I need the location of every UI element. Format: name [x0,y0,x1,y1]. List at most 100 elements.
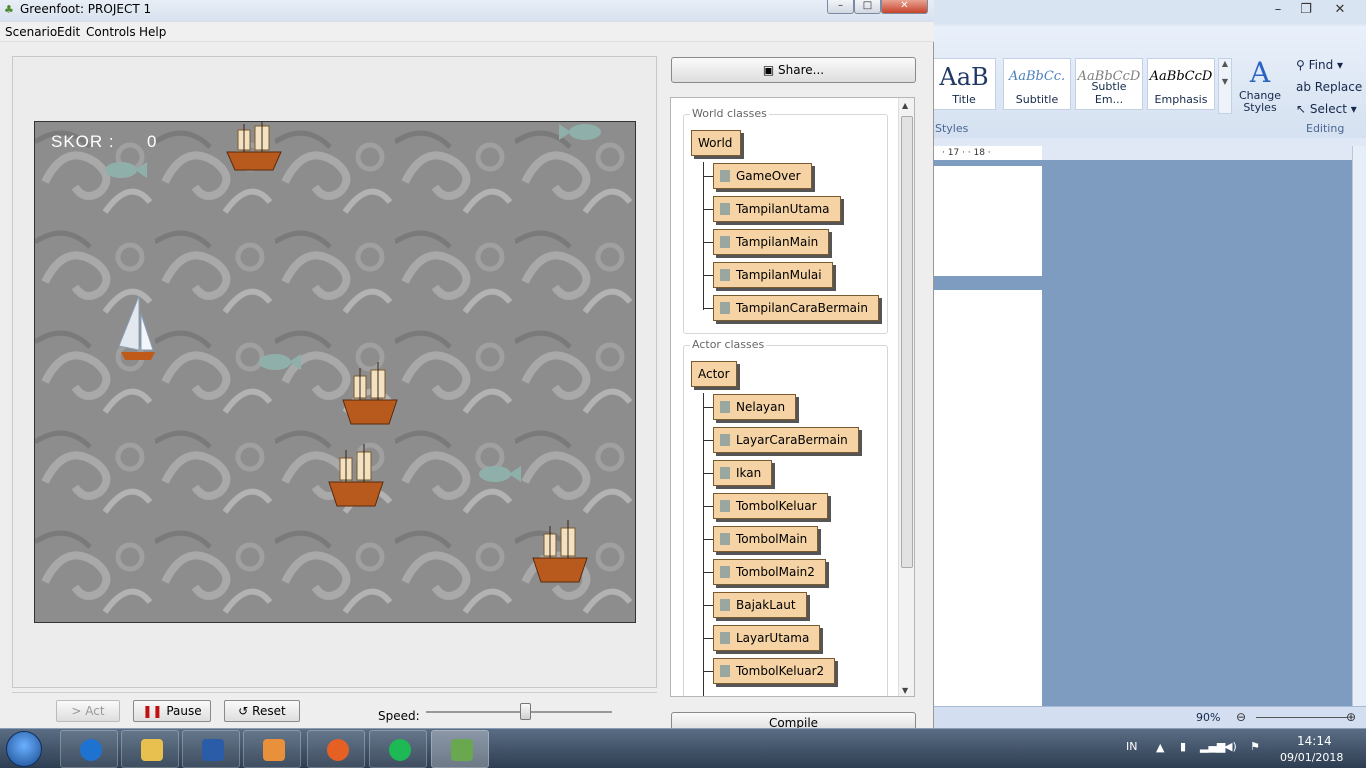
tree-branch [703,407,713,408]
scroll-up-icon[interactable]: ▲ [902,101,908,110]
speed-label: Speed: [378,709,420,723]
document-page[interactable] [934,166,1042,276]
class-image-icon [720,566,730,578]
zoom-level[interactable]: 90% [1196,711,1220,724]
pause-icon: ❚❚ [142,704,167,718]
spotify-taskbar-button[interactable] [369,730,427,768]
find-button[interactable]: ⚲ Find ▾ [1296,58,1343,72]
class-scrollbar[interactable]: ▲ ▼ [898,98,914,696]
media-taskbar-button[interactable] [243,730,301,768]
minimize-icon[interactable]: – [827,0,854,14]
class-tampilanmain[interactable]: TampilanMain [713,229,830,255]
menubar: Scenario Edit Controls Help [0,22,934,42]
class-nelayan[interactable]: Nelayan [713,394,797,420]
reset-button[interactable]: ↺ Reset [224,700,300,722]
style-emphasis[interactable]: AaBbCcD Emphasis [1147,58,1215,110]
clock-time[interactable]: 14:14 [1297,734,1332,748]
class-tombolkeluar[interactable]: TombolKeluar [713,493,828,519]
scroll-down-icon[interactable]: ▼ [902,686,908,695]
volume-icon[interactable]: ◀) [1224,740,1237,753]
window-title: Greenfoot: PROJECT 1 [20,2,152,16]
menu-controls[interactable]: Controls [86,25,136,39]
minimize-icon[interactable]: – [1266,2,1290,18]
greenfoot-taskbar-button[interactable] [431,730,489,768]
act-button[interactable]: > Act [56,700,120,722]
scrollbar-thumb[interactable] [901,116,913,568]
word-statusbar: 90% ⊖ ⊕ [934,706,1366,728]
document-page[interactable] [934,290,1042,710]
world-canvas[interactable]: SKOR : 0 [34,121,636,623]
greenfoot-logo-icon: ♣ [4,3,14,16]
pirate-ship-sprite[interactable] [529,520,591,586]
battery-icon[interactable]: ▮ [1180,740,1186,753]
class-layarutama[interactable]: LayarUtama [713,625,821,651]
tree-branch [703,638,713,639]
word-scrollbar[interactable] [1352,146,1366,706]
play-step-icon: > [71,704,86,718]
close-icon[interactable]: ✕ [881,0,928,14]
network-icon[interactable]: ▂▄▆ [1200,740,1225,753]
class-bajaklaut[interactable]: BajakLaut [713,592,807,618]
clock-date[interactable]: 09/01/2018 [1280,751,1343,764]
zoom-in-icon[interactable]: ⊕ [1346,710,1356,724]
class-world[interactable]: World [691,130,741,156]
style-subtitle[interactable]: AaBbCc. Subtitle [1003,58,1071,110]
fish-sprite[interactable] [557,122,607,144]
pirate-ship-sprite[interactable] [339,362,401,428]
style-title[interactable]: AaB Title [932,58,996,110]
class-actor[interactable]: Actor [691,361,737,387]
class-image-icon [720,467,730,479]
menu-scenario[interactable]: Scenario [5,25,57,39]
ie-taskbar-button[interactable] [60,730,118,768]
replace-icon: ab [1296,80,1315,94]
word-titlebar: – ❐ ✕ [934,0,1366,24]
maximize-icon[interactable]: □ [854,0,881,14]
editing-group-label: Editing [1306,122,1345,135]
menu-edit[interactable]: Edit [57,25,80,39]
class-ikan[interactable]: Ikan [713,460,773,486]
class-tombolkeluar2[interactable]: TombolKeluar2 [713,658,836,684]
styles-scroll[interactable]: ▲ ▼ [1218,58,1232,114]
class-tampilancarabermain[interactable]: TampilanCaraBermain [713,295,879,321]
menu-help[interactable]: Help [139,25,166,39]
pirate-ship-sprite[interactable] [223,122,285,174]
class-layarcarabermain[interactable]: LayarCaraBermain [713,427,859,453]
word-taskbar-button[interactable] [182,730,240,768]
close-icon[interactable]: ✕ [1328,2,1352,18]
class-tampilanmulai[interactable]: TampilanMulai [713,262,833,288]
flag-icon[interactable]: ⚑ [1250,740,1260,753]
greenfoot-titlebar: ♣ Greenfoot: PROJECT 1 – □ ✕ [0,0,934,22]
style-subtle-emphasis[interactable]: AaBbCcD Subtle Em... [1075,58,1143,110]
share-icon: ▣ [762,63,779,77]
sailboat-sprite[interactable] [115,294,159,364]
maximize-icon[interactable]: ❐ [1294,2,1318,18]
tree-branch [703,605,713,606]
select-button[interactable]: ↖ Select ▾ [1296,102,1357,116]
cursor-icon: ↖ [1296,102,1310,116]
explorer-taskbar-button[interactable] [121,730,179,768]
pause-button[interactable]: ❚❚ Pause [133,700,211,722]
class-image-icon [720,533,730,545]
zoom-slider[interactable] [1256,717,1348,718]
replace-button[interactable]: ab Replace [1296,80,1362,94]
language-indicator[interactable]: IN [1126,740,1137,753]
class-image-icon [720,665,730,677]
class-tombolmain2[interactable]: TombolMain2 [713,559,826,585]
share-button[interactable]: ▣ Share... [671,57,916,83]
change-styles-button[interactable]: A Change Styles [1234,56,1286,114]
start-button[interactable] [6,731,42,767]
fish-sprite[interactable] [99,158,149,182]
class-tampilanutama[interactable]: TampilanUtama [713,196,841,222]
fish-sprite[interactable] [253,350,303,374]
class-tombolmain[interactable]: TombolMain [713,526,819,552]
zoom-out-icon[interactable]: ⊖ [1236,710,1246,724]
pirate-ship-sprite[interactable] [325,444,387,510]
tray-arrow-icon[interactable]: ▲ [1156,741,1164,754]
firefox-taskbar-button[interactable] [307,730,365,768]
speed-slider-thumb[interactable] [519,703,531,720]
class-image-icon [720,236,730,248]
folder-icon [141,739,163,761]
tree-line [703,393,704,696]
fish-sprite[interactable] [473,462,523,486]
class-gameover[interactable]: GameOver [713,163,812,189]
